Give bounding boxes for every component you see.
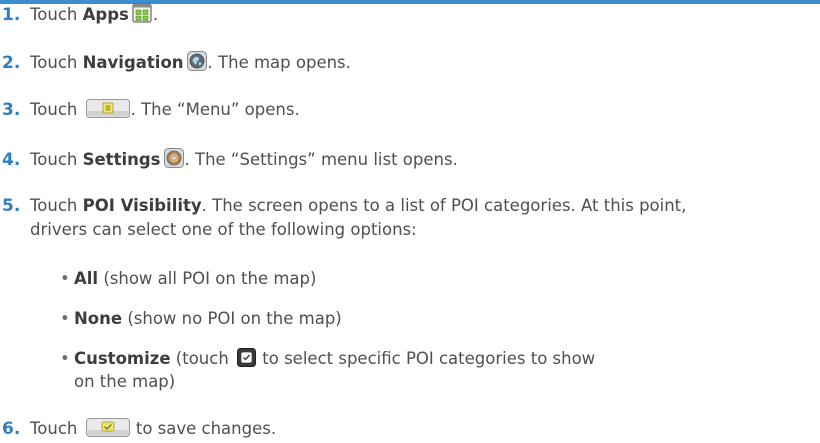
step-text: Touch (30, 53, 83, 72)
step-5-continuation: drivers can select one of the following … (30, 220, 417, 239)
step-1: 1. Touch Apps . (2, 3, 818, 29)
step-text: Touch (30, 5, 83, 24)
step-text-end: . (152, 5, 159, 24)
step-5: 5. Touch POI Visibility. The screen opens… (2, 196, 818, 217)
option-text: (show no POI on the map) (122, 309, 342, 328)
step-text: Touch (30, 196, 83, 215)
settings-label: Settings (82, 150, 161, 169)
step-number: 3. (2, 100, 21, 120)
step-4: 4. Touch Settings . The “Settings” menu l… (2, 148, 818, 174)
customize-checkbox-icon[interactable] (237, 348, 257, 373)
menu-button-icon[interactable] (85, 99, 130, 124)
poi-visibility-label: POI Visibility (82, 196, 202, 215)
option-none: • None (show no POI on the map) (60, 309, 342, 330)
bullet-dot: • (60, 309, 70, 328)
save-check-icon[interactable] (85, 418, 130, 443)
option-label: All (74, 269, 99, 288)
step-number: 2. (2, 53, 21, 73)
step-text-end: . The screen opens to a list of POI cate… (201, 196, 687, 215)
bullet-dot: • (60, 349, 70, 368)
step-text-end: . The map opens. (207, 53, 351, 72)
step-number: 1. (2, 5, 21, 25)
step-text: Touch (30, 150, 83, 169)
option-text: (touch (170, 349, 235, 368)
step-text: Touch (30, 100, 83, 119)
option-text-end: to select specific POI categories to sho… (257, 349, 596, 368)
option-text: (show all POI on the map) (98, 269, 317, 288)
apps-icon[interactable] (132, 3, 152, 29)
option-label: Customize (74, 349, 171, 368)
option-all: • All (show all POI on the map) (60, 269, 316, 290)
step-text: Touch (30, 419, 83, 438)
step-text-end: to save changes. (130, 419, 277, 438)
step-number: 5. (2, 196, 21, 216)
navigation-globe-icon[interactable] (186, 51, 207, 77)
step-text-end: . The “Menu” opens. (130, 100, 300, 119)
option-customize: • Customize (touch to select specific POI… (60, 348, 595, 373)
step-number: 6. (2, 419, 21, 439)
settings-gear-icon[interactable] (163, 148, 184, 174)
option-label: None (74, 309, 123, 328)
navigation-label: Navigation (82, 53, 184, 72)
step-6: 6. Touch to save changes. (2, 418, 818, 443)
apps-label: Apps (82, 5, 129, 24)
step-2: 2. Touch Navigation . The map opens. (2, 51, 818, 77)
step-number: 4. (2, 150, 21, 170)
bullet-dot: • (60, 269, 70, 288)
step-text-end: . The “Settings” menu list opens. (184, 150, 458, 169)
step-3: 3. Touch . The “Menu” opens. (2, 99, 818, 124)
option-customize-continuation: on the map) (74, 372, 176, 391)
